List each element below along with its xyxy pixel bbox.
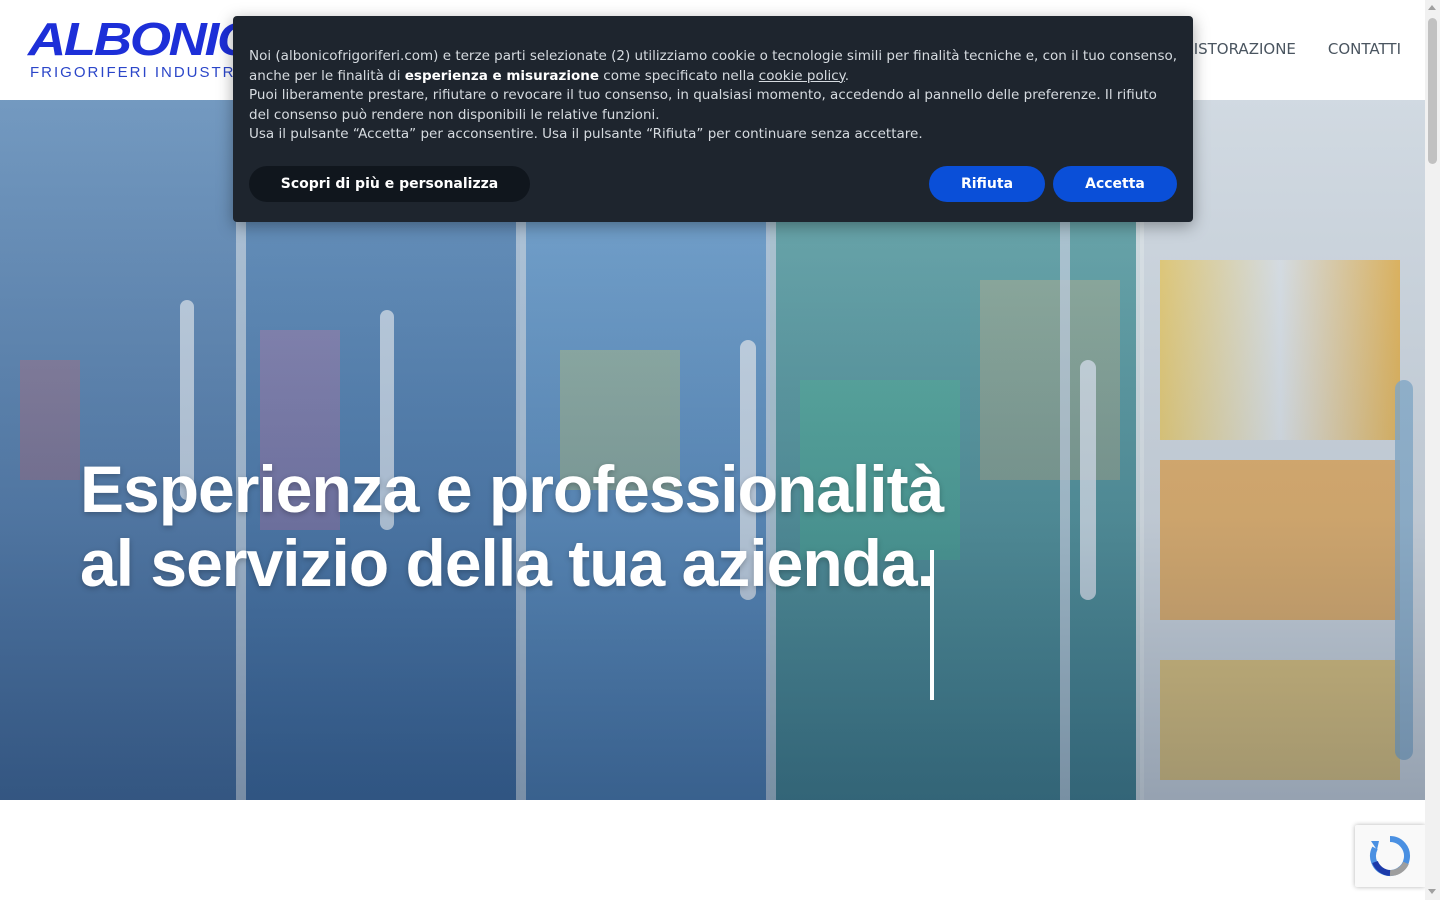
cookie-p1-end: .: [844, 67, 850, 84]
scroll-down-arrow-icon[interactable]: [1428, 889, 1436, 894]
hero-headline-line-1: Esperienza e professionalità: [80, 452, 944, 526]
cookie-banner: Noi (albonicofrigoriferi.com) e terze pa…: [233, 16, 1193, 222]
typing-cursor: [930, 550, 934, 700]
recaptcha-badge[interactable]: [1355, 825, 1425, 887]
cookie-p1-bold: esperienza e misurazione: [404, 67, 600, 84]
scroll-up-arrow-icon[interactable]: [1428, 5, 1436, 10]
hero-headline-line-2: al servizio della tua azienda.: [80, 526, 935, 600]
page-scrollbar[interactable]: [1425, 0, 1440, 900]
nav-item-ristorazione[interactable]: RISTORAZIONE: [1183, 40, 1296, 58]
reject-button[interactable]: Rifiuta: [929, 166, 1045, 202]
accept-button[interactable]: Accetta: [1053, 166, 1177, 202]
scroll-thumb[interactable]: [1428, 18, 1437, 164]
main-nav: RISTORAZIONE CONTATTI: [1183, 40, 1401, 58]
cookie-paragraph-2: Puoi liberamente prestare, rifiutare o r…: [249, 87, 1157, 123]
learn-more-customize-button[interactable]: Scopri di più e personalizza: [249, 166, 530, 202]
cookie-paragraph-1: Noi (albonicofrigoriferi.com) e terze pa…: [249, 47, 1179, 86]
cookie-banner-text: Noi (albonicofrigoriferi.com) e terze pa…: [249, 47, 1179, 145]
hero-headline: Esperienza e professionalità al servizio…: [80, 452, 944, 600]
cookie-policy-link[interactable]: cookie policy: [759, 68, 845, 84]
nav-item-contatti[interactable]: CONTATTI: [1328, 40, 1401, 58]
recaptcha-icon: [1370, 836, 1410, 876]
cookie-p1-mid: come specificato nella: [599, 67, 759, 84]
cookie-paragraph-3: Usa il pulsante “Accetta” per acconsenti…: [249, 126, 923, 143]
